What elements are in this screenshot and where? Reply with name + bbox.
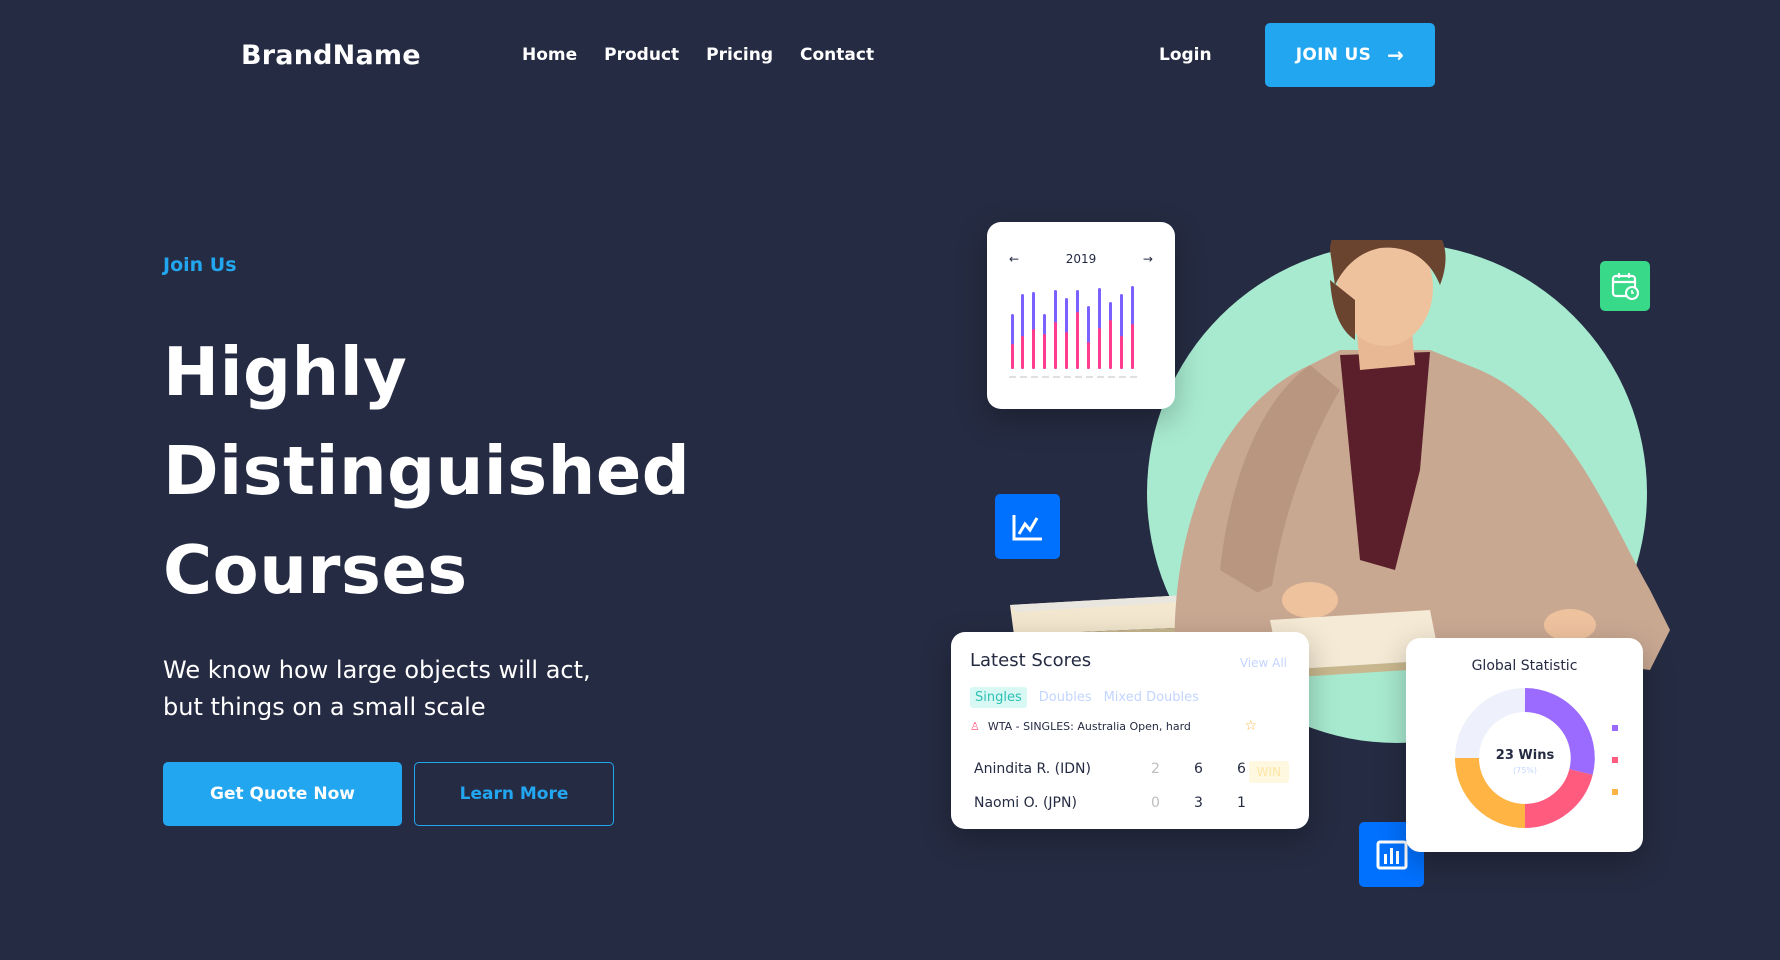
- mini-bar: [1021, 336, 1024, 369]
- tab-singles[interactable]: Singles: [970, 687, 1027, 708]
- login-link[interactable]: Login: [1159, 45, 1212, 65]
- arrow-right-icon[interactable]: →: [1143, 252, 1153, 266]
- mini-tick-row: [1009, 376, 1137, 378]
- player-name: Naomi O. (JPN): [974, 795, 1077, 811]
- tab-mixed-doubles[interactable]: Mixed Doubles: [1104, 687, 1199, 708]
- arrow-left-icon[interactable]: ←: [1009, 252, 1019, 266]
- nav-contact[interactable]: Contact: [800, 45, 874, 65]
- mini-bar: [1043, 334, 1046, 369]
- mini-bar: [1076, 312, 1079, 369]
- hero-title-line: Highly: [163, 333, 408, 411]
- mini-bar: [1032, 329, 1035, 369]
- donut-center-value: 23 Wins: [1496, 748, 1555, 763]
- donut-center-sub: (75%): [1513, 766, 1537, 775]
- join-us-label: JOIN US: [1295, 45, 1372, 65]
- scores-title: Latest Scores: [970, 650, 1092, 671]
- set-score: 6: [1194, 761, 1203, 777]
- nav-pricing[interactable]: Pricing: [706, 45, 773, 65]
- mini-bar: [1011, 344, 1014, 369]
- calendar-clock-icon: [1600, 261, 1650, 311]
- nav-product[interactable]: Product: [604, 45, 679, 65]
- set-score: 1: [1237, 795, 1246, 811]
- set-score: 3: [1194, 795, 1203, 811]
- set-score: 0: [1151, 795, 1160, 811]
- mini-bar-chart: [1009, 286, 1137, 378]
- legend-dot-purple: [1612, 725, 1618, 731]
- year-label: 2019: [1065, 252, 1097, 266]
- global-statistic-card: Global Statistic 23 Wins (75%): [1406, 638, 1643, 852]
- set-score: 2: [1151, 761, 1160, 777]
- score-row: Anindita R. (IDN) 2 6 6: [974, 761, 1263, 777]
- win-badge: WIN: [1248, 761, 1289, 783]
- year-header: ← 2019 →: [987, 252, 1175, 266]
- nav-home[interactable]: Home: [522, 45, 577, 65]
- get-quote-button[interactable]: Get Quote Now: [163, 762, 402, 826]
- learn-more-button[interactable]: Learn More: [414, 762, 614, 826]
- mini-bar: [1054, 322, 1057, 369]
- donut-segment-pink: [1524, 768, 1593, 828]
- brand-logo[interactable]: BrandName: [241, 40, 421, 71]
- hero-title-line: Distinguished: [163, 432, 691, 510]
- mini-bar: [1120, 336, 1123, 369]
- player-name: Anindita R. (IDN): [974, 761, 1091, 777]
- hero-subtitle-line: We know how large objects will act,: [163, 656, 591, 684]
- event-line: ♙ WTA - SINGLES: Australia Open, hard: [970, 720, 1191, 733]
- score-row: Naomi O. (JPN) 0 3 1: [974, 795, 1263, 811]
- hero-eyebrow: Join Us: [163, 254, 237, 276]
- user-icon: ♙: [970, 720, 980, 733]
- event-label: WTA - SINGLES: Australia Open, hard: [987, 720, 1191, 733]
- mini-bar: [1131, 324, 1134, 369]
- mini-bar: [1087, 342, 1090, 369]
- stat-title: Global Statistic: [1471, 658, 1578, 674]
- latest-scores-card: Latest Scores View All Singles Doubles M…: [951, 632, 1309, 829]
- star-icon[interactable]: ☆: [1244, 718, 1257, 734]
- hero-title: Highly Distinguished Courses: [163, 323, 690, 620]
- mini-bar: [1098, 328, 1101, 369]
- view-all-link[interactable]: View All: [1240, 656, 1287, 670]
- join-us-button[interactable]: JOIN US →: [1265, 23, 1435, 87]
- mini-bar: [1109, 320, 1112, 369]
- donut-chart: 23 Wins (75%): [1455, 688, 1595, 828]
- hero-subtitle-line: but things on a small scale: [163, 693, 486, 721]
- hero-title-line: Courses: [163, 531, 468, 609]
- hero-subtitle: We know how large objects will act, but …: [163, 652, 683, 726]
- mini-bars: [1011, 286, 1134, 369]
- arrow-right-icon: →: [1387, 43, 1405, 67]
- legend-dot-pink: [1612, 757, 1618, 763]
- tab-doubles[interactable]: Doubles: [1039, 687, 1092, 708]
- scores-tabs: Singles Doubles Mixed Doubles: [970, 687, 1199, 708]
- line-chart-icon: [995, 494, 1060, 559]
- main-nav: Home Product Pricing Contact: [522, 45, 874, 65]
- legend-dot-orange: [1612, 789, 1618, 795]
- mini-bar: [1065, 332, 1068, 369]
- year-chart-card: ← 2019 →: [987, 222, 1175, 409]
